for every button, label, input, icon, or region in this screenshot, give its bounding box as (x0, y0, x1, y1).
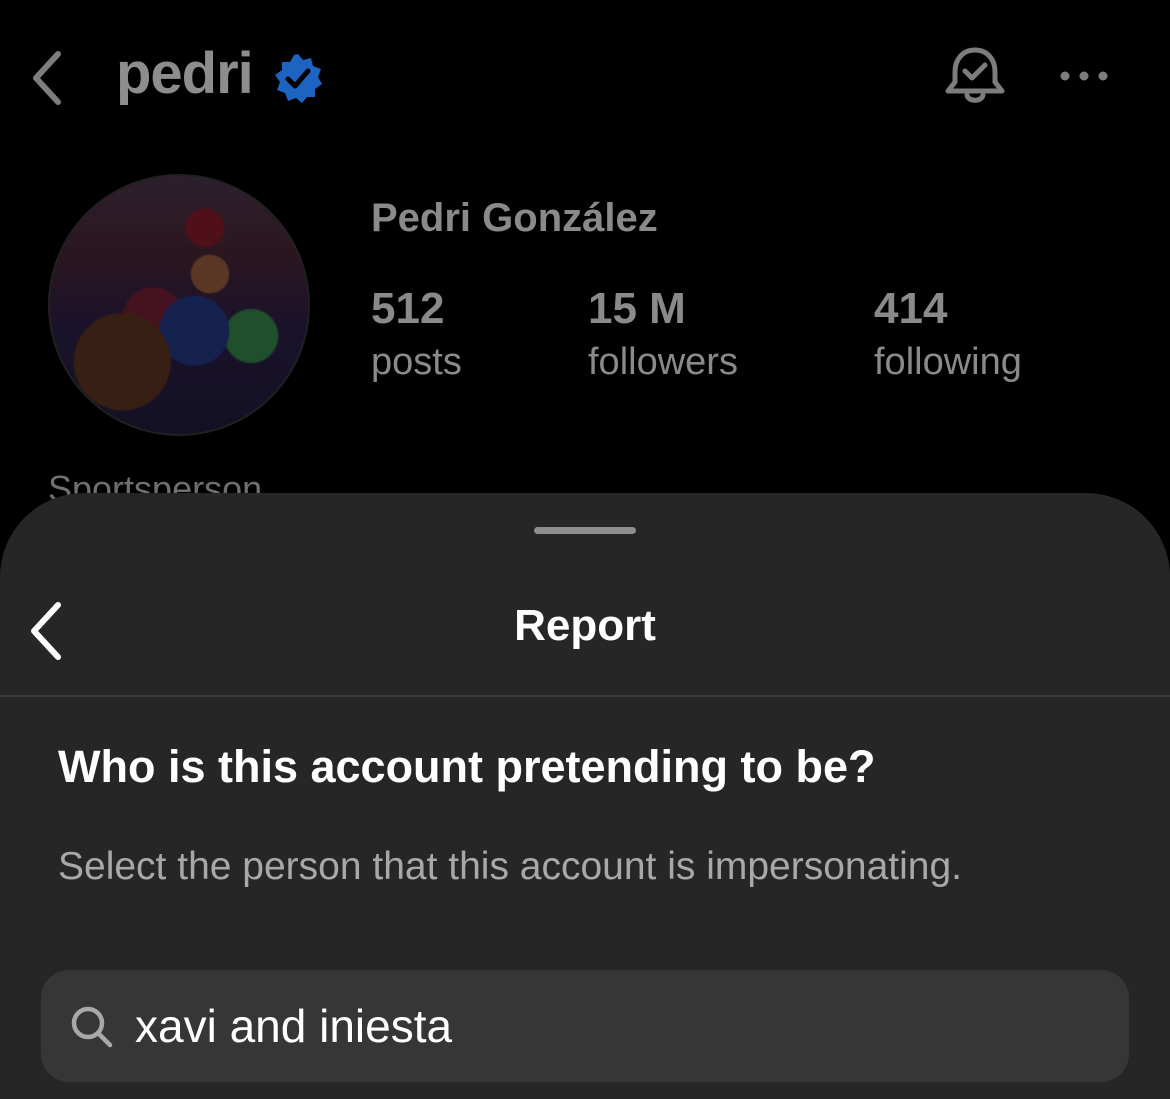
stat-followers[interactable]: 15 M followers (588, 284, 738, 386)
back-icon[interactable] (28, 48, 68, 108)
stat-following-value: 414 (874, 284, 948, 333)
stat-posts[interactable]: 512 posts (371, 284, 462, 386)
report-bottom-sheet: Report Who is this account pretending to… (0, 493, 1170, 1099)
sheet-grabber[interactable] (534, 527, 636, 534)
stat-following[interactable]: 414 following (874, 284, 1022, 386)
stat-followers-value: 15 M (588, 284, 686, 333)
search-icon (71, 1006, 113, 1048)
verified-badge-icon (275, 54, 322, 103)
more-icon[interactable] (1058, 66, 1110, 86)
profile-avatar[interactable] (48, 174, 310, 436)
report-subtext: Select the person that this account is i… (58, 845, 963, 888)
stat-posts-label: posts (371, 341, 462, 383)
stat-followers-label: followers (588, 341, 738, 383)
sheet-title: Report (514, 601, 656, 650)
profile-username: pedri (116, 41, 254, 106)
search-input[interactable] (135, 992, 1095, 1060)
search-bar[interactable] (41, 970, 1129, 1082)
bell-icon[interactable] (942, 44, 1008, 110)
sheet-divider (0, 695, 1170, 697)
profile-display-name: Pedri González (371, 196, 658, 240)
stat-following-label: following (874, 341, 1022, 383)
report-question: Who is this account pretending to be? (58, 741, 876, 792)
stat-posts-value: 512 (371, 284, 445, 333)
